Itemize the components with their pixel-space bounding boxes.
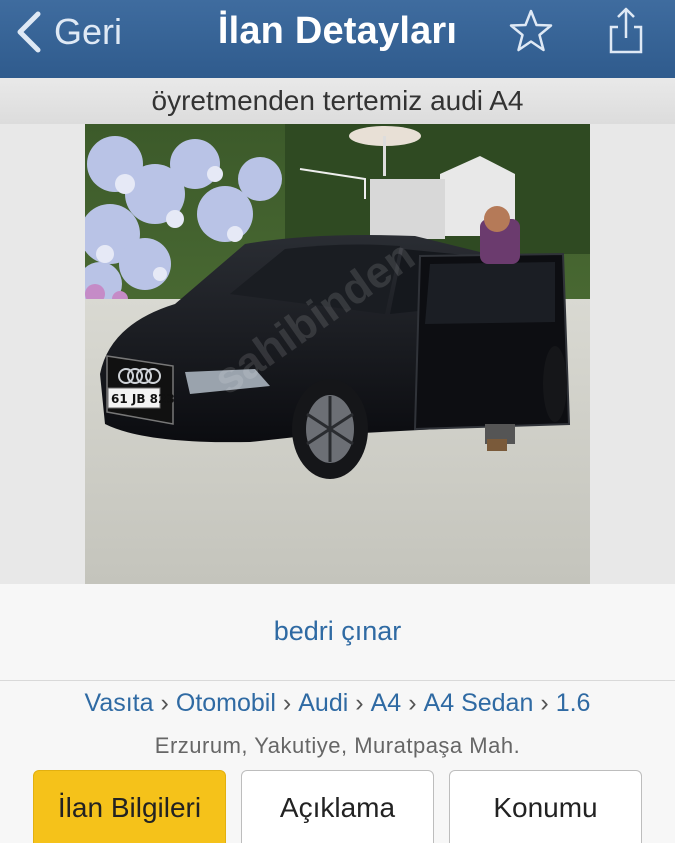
breadcrumb-item[interactable]: 1.6 bbox=[556, 689, 591, 717]
breadcrumb-item[interactable]: Vasıta bbox=[85, 689, 154, 717]
seller-row: bedri çınar bbox=[0, 584, 675, 681]
breadcrumb: Vasıta › Otomobil › Audi › A4 › A4 Sedan › 1.6 bbox=[0, 689, 675, 718]
favorite-button[interactable] bbox=[508, 8, 554, 54]
share-icon bbox=[609, 7, 643, 54]
listing-title: öyretmenden tertemiz audi A4 bbox=[0, 78, 675, 124]
breadcrumb-item[interactable]: Otomobil bbox=[176, 689, 276, 717]
breadcrumb-item[interactable]: Audi bbox=[298, 689, 348, 717]
breadcrumb-separator: › bbox=[540, 689, 549, 717]
nav-bar: Geri İlan Detayları bbox=[0, 0, 675, 78]
share-button[interactable] bbox=[607, 5, 645, 55]
breadcrumb-item[interactable]: A4 bbox=[371, 689, 402, 717]
breadcrumb-separator: › bbox=[355, 689, 364, 717]
tab-konumu[interactable]: Konumu bbox=[449, 770, 642, 843]
tab-ilan-bilgileri[interactable]: İlan Bilgileri bbox=[33, 770, 226, 843]
photo-gallery: 61 JB 823 sahibinden bbox=[0, 124, 675, 682]
star-icon bbox=[509, 9, 553, 52]
screen: Geri İlan Detayları öyretmenden tertemiz… bbox=[0, 0, 675, 843]
breadcrumb-separator: › bbox=[160, 689, 169, 717]
listing-photo[interactable]: 61 JB 823 sahibinden bbox=[85, 124, 590, 584]
seller-name-link[interactable]: bedri çınar bbox=[0, 616, 675, 647]
car-photo-illustration: 61 JB 823 bbox=[85, 124, 590, 584]
license-plate: 61 JB 823 bbox=[111, 392, 175, 406]
breadcrumb-item[interactable]: A4 Sedan bbox=[424, 689, 534, 717]
tab-aciklama[interactable]: Açıklama bbox=[241, 770, 434, 843]
breadcrumb-separator: › bbox=[408, 689, 417, 717]
location-text: Erzurum, Yakutiye, Muratpaşa Mah. bbox=[154, 733, 521, 758]
page-title: İlan Detayları bbox=[217, 10, 458, 52]
breadcrumb-separator: › bbox=[282, 689, 292, 717]
